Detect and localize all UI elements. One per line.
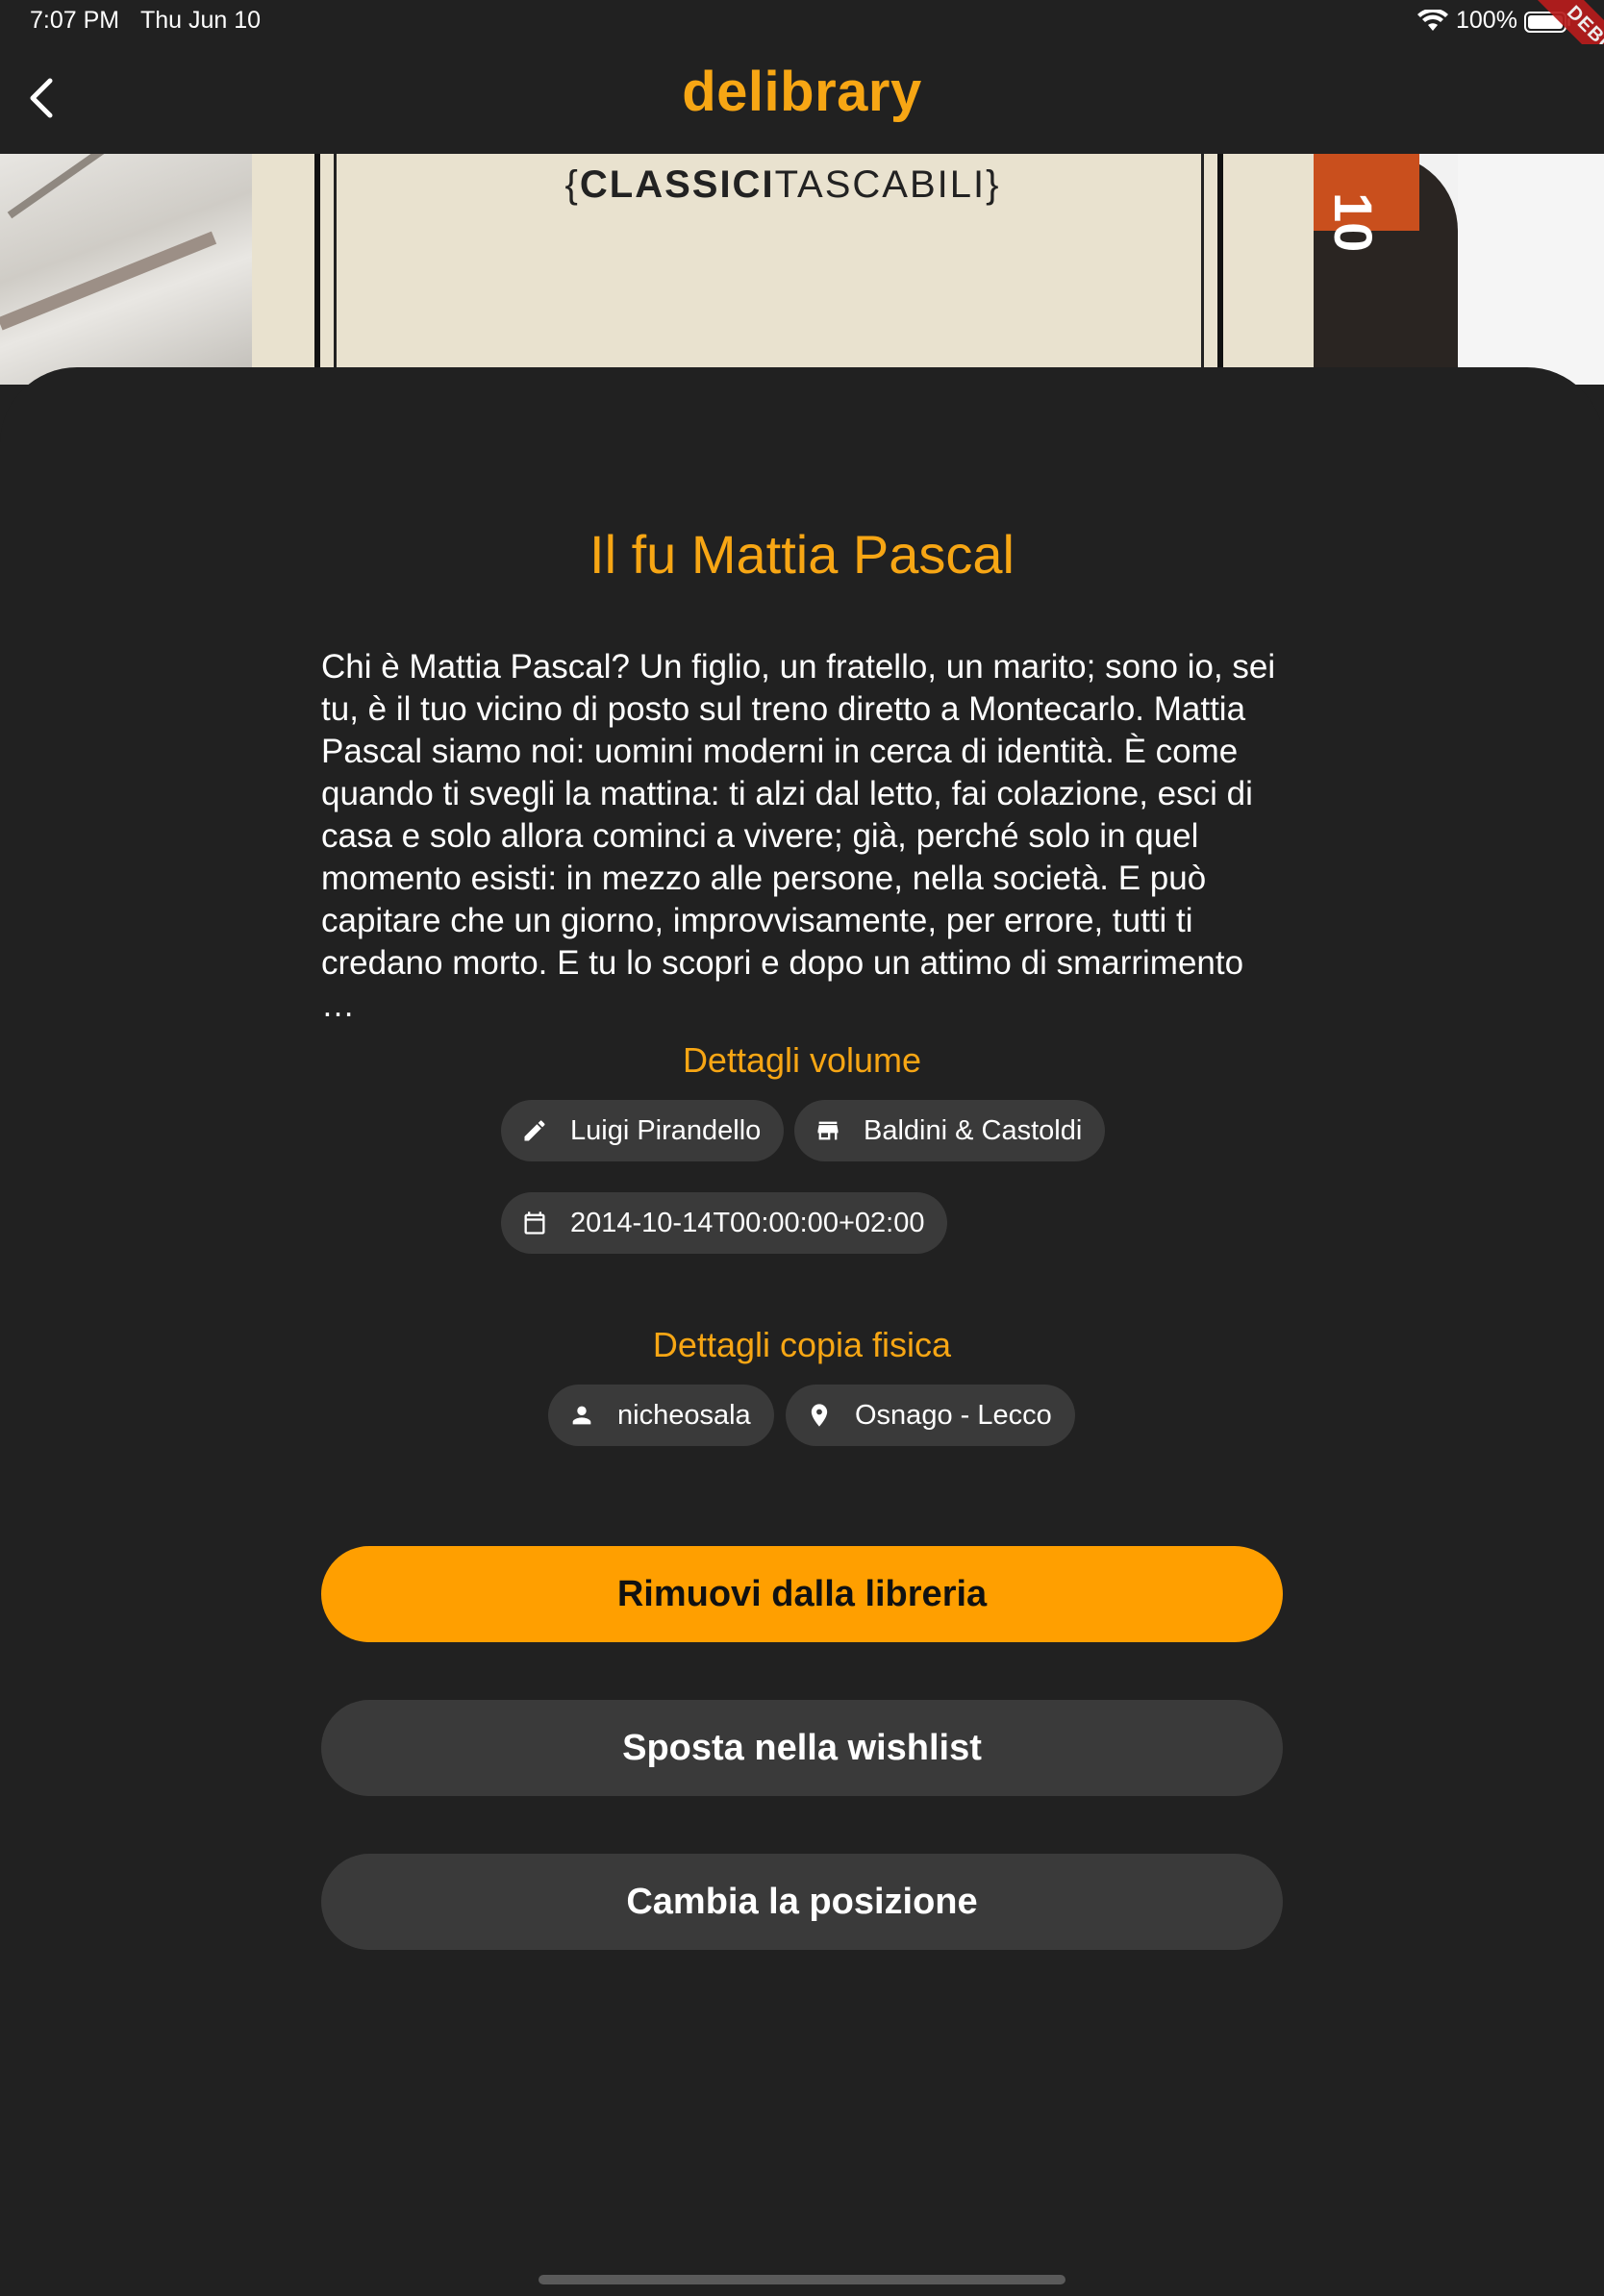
cover-book-panel: {CLASSICITASCABILI} <box>252 154 1314 385</box>
app-title: delibrary <box>682 61 922 123</box>
change-position-button[interactable]: Cambia la posizione <box>321 1854 1283 1950</box>
volume-details-title: Dettagli volume <box>682 1040 922 1080</box>
location-pin-icon <box>805 1401 834 1430</box>
home-indicator[interactable] <box>539 2275 1065 2284</box>
author-label: Luigi Pirandello <box>570 1114 762 1146</box>
owner-label: nicheosala <box>617 1399 751 1431</box>
status-date: Thu Jun 10 <box>140 7 262 34</box>
remove-from-library-button[interactable]: Rimuovi dalla libreria <box>321 1546 1283 1642</box>
status-time: 7:07 PM <box>30 7 120 34</box>
cover-series-label: {CLASSICITASCABILI} <box>564 163 1001 206</box>
publish-date-chip[interactable]: 2014-10-14T00:00:00+02:00 <box>501 1192 948 1254</box>
wifi-icon <box>1417 10 1448 31</box>
owner-chip[interactable]: nicheosala <box>548 1385 774 1446</box>
move-to-wishlist-button[interactable]: Sposta nella wishlist <box>321 1700 1283 1796</box>
copy-details-title: Dettagli copia fisica <box>652 1325 952 1364</box>
book-cover-image: {CLASSICITASCABILI} 10 <box>0 154 1604 385</box>
status-bar: 7:07 PM Thu Jun 10 100% DEBUG <box>0 0 1604 115</box>
person-icon <box>567 1401 596 1430</box>
cover-left-art <box>0 154 255 385</box>
author-chip[interactable]: Luigi Pirandello <box>501 1100 785 1161</box>
cover-side-number: 10 <box>1323 192 1384 253</box>
location-chip[interactable]: Osnago - Lecco <box>786 1385 1075 1446</box>
location-label: Osnago - Lecco <box>855 1399 1052 1431</box>
store-icon <box>814 1116 842 1145</box>
book-description: Chi è Mattia Pascal? Un figlio, un frate… <box>321 648 1276 1024</box>
publisher-label: Baldini & Castoldi <box>864 1114 1083 1146</box>
detail-sheet: Il fu Mattia Pascal Chi è Mattia Pascal?… <box>0 367 1604 2296</box>
app-bar: delibrary <box>0 44 1604 154</box>
battery-percentage: 100% <box>1456 7 1517 34</box>
pencil-icon <box>520 1116 549 1145</box>
publisher-chip[interactable]: Baldini & Castoldi <box>794 1100 1106 1161</box>
calendar-icon <box>520 1209 549 1237</box>
publish-date-label: 2014-10-14T00:00:00+02:00 <box>570 1207 925 1238</box>
book-title: Il fu Mattia Pascal <box>589 524 1015 585</box>
